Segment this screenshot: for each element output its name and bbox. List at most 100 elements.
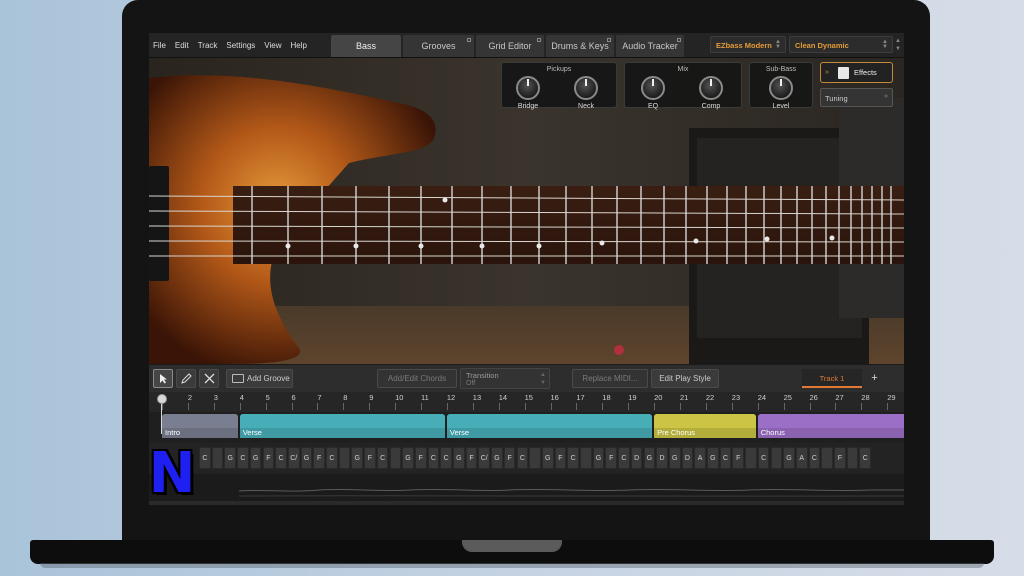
song-part[interactable]: Chorus — [757, 414, 904, 438]
split-tool-button[interactable] — [199, 369, 219, 388]
bar-number: 18 — [602, 393, 611, 402]
sub-bass-level-knob[interactable] — [769, 76, 793, 100]
add-edit-chords-button[interactable]: Add/Edit Chords — [377, 369, 457, 388]
replace-midi-button[interactable]: Replace MIDI... — [572, 369, 648, 388]
chord-block[interactable]: C — [440, 447, 452, 469]
chord-block[interactable]: C/ — [478, 447, 491, 469]
chord-block[interactable]: C — [719, 447, 732, 469]
menu-help[interactable]: Help — [291, 41, 307, 50]
menu-track[interactable]: Track — [198, 41, 218, 50]
song-part[interactable]: Verse — [446, 414, 653, 438]
song-part-label: Verse — [449, 428, 470, 437]
playhead-handle[interactable] — [157, 394, 167, 404]
eq-knob[interactable] — [641, 76, 665, 100]
chord-block[interactable] — [745, 447, 757, 469]
bar-tick — [628, 403, 630, 410]
chord-block[interactable]: D — [656, 447, 668, 469]
chord-block[interactable]: C — [326, 447, 338, 469]
tab-grid-editor[interactable]: Grid Editor — [476, 35, 544, 57]
chord-block[interactable]: C — [199, 447, 211, 469]
menu-file[interactable]: File — [153, 41, 166, 50]
detach-icon[interactable] — [537, 38, 541, 42]
chord-block[interactable]: F — [313, 447, 325, 469]
add-groove-button[interactable]: Add Groove — [226, 369, 293, 388]
tab-audio-tracker[interactable]: Audio Tracker — [616, 35, 684, 57]
chord-block[interactable]: D — [681, 447, 694, 469]
chord-block[interactable] — [580, 447, 592, 469]
chord-block[interactable] — [389, 447, 402, 469]
chord-block[interactable]: G — [351, 447, 364, 469]
window-scroll-icon[interactable]: ▲ ▼ — [895, 37, 902, 53]
timeline-ruler[interactable]: 1234567891011121314151617181920212223242… — [149, 392, 904, 412]
song-part[interactable]: Pre Chorus — [654, 414, 756, 438]
tab-grooves[interactable]: Grooves — [403, 35, 474, 57]
chord-block[interactable]: C/ — [287, 447, 300, 469]
chord-block[interactable]: G — [224, 447, 237, 469]
detach-icon[interactable] — [467, 38, 471, 42]
chord-block[interactable]: F — [364, 447, 376, 469]
tuning-button[interactable]: Tuning » — [820, 88, 893, 107]
chord-block[interactable]: C — [427, 447, 440, 469]
chord-block[interactable]: G — [783, 447, 795, 469]
chord-block[interactable]: G — [592, 447, 605, 469]
chord-block[interactable]: F — [605, 447, 618, 469]
select-tool-button[interactable] — [153, 369, 173, 388]
chord-block[interactable] — [529, 447, 541, 469]
chord-block[interactable]: G — [668, 447, 681, 469]
chord-block[interactable]: C — [275, 447, 287, 469]
edit-play-style-button[interactable]: Edit Play Style — [651, 369, 719, 388]
chord-block[interactable]: F — [732, 447, 745, 469]
chord-block[interactable]: C — [516, 447, 529, 469]
chord-block[interactable]: F — [834, 447, 846, 469]
sound-preset-select[interactable]: Clean Dynamic ▲ ▼ — [789, 36, 893, 53]
song-part[interactable]: Intro — [162, 414, 238, 438]
menu-edit[interactable]: Edit — [175, 41, 189, 50]
chord-block[interactable]: F — [465, 447, 478, 469]
menu-settings[interactable]: Settings — [226, 41, 255, 50]
chord-block[interactable]: C — [567, 447, 579, 469]
neck-knob[interactable] — [574, 76, 598, 100]
chord-block[interactable]: F — [503, 447, 516, 469]
chord-block[interactable]: F — [554, 447, 567, 469]
transition-select[interactable]: Transition Off ▲ ▼ — [460, 368, 550, 389]
tab-bass[interactable]: Bass — [331, 35, 401, 57]
chord-block[interactable]: G — [300, 447, 313, 469]
bar-number: 7 — [317, 393, 322, 402]
menu-view[interactable]: View — [264, 41, 281, 50]
chord-block[interactable] — [770, 447, 783, 469]
chord-block[interactable]: G — [541, 447, 554, 469]
scrollbar-strip[interactable] — [149, 501, 904, 505]
instrument-preset-select[interactable]: EZbass Modern ▲ ▼ — [710, 36, 786, 53]
chord-block[interactable]: C — [237, 447, 249, 469]
effects-button[interactable]: » Effects — [820, 62, 893, 83]
draw-tool-button[interactable] — [176, 369, 196, 388]
chord-block[interactable]: F — [414, 447, 427, 469]
detach-icon[interactable] — [607, 38, 611, 42]
detach-icon[interactable] — [677, 38, 681, 42]
chord-block[interactable]: C — [757, 447, 770, 469]
comp-knob[interactable] — [699, 76, 723, 100]
song-part[interactable]: Verse — [239, 414, 445, 438]
chord-block[interactable]: G — [643, 447, 656, 469]
chord-block[interactable] — [821, 447, 833, 469]
chord-block[interactable] — [338, 447, 351, 469]
tab-drums-keys[interactable]: Drums & Keys — [546, 35, 614, 57]
track-name-field[interactable]: Track 1 — [802, 369, 862, 388]
chord-block[interactable]: C — [859, 447, 872, 469]
chord-block[interactable]: G — [453, 447, 465, 469]
chord-block[interactable]: G — [707, 447, 719, 469]
chord-block[interactable]: C — [618, 447, 630, 469]
add-track-button[interactable]: + — [867, 369, 882, 388]
chord-block[interactable]: C — [376, 447, 389, 469]
chord-block[interactable]: D — [630, 447, 643, 469]
chord-block[interactable]: C — [808, 447, 821, 469]
chord-block[interactable] — [211, 447, 224, 469]
chord-block[interactable]: G — [402, 447, 414, 469]
chord-block[interactable]: A — [694, 447, 706, 469]
chord-block[interactable]: G — [491, 447, 503, 469]
chord-block[interactable]: F — [262, 447, 275, 469]
chord-block[interactable]: A — [795, 447, 808, 469]
chord-block[interactable]: G — [249, 447, 262, 469]
chord-block[interactable] — [846, 447, 859, 469]
bridge-knob[interactable] — [516, 76, 540, 100]
